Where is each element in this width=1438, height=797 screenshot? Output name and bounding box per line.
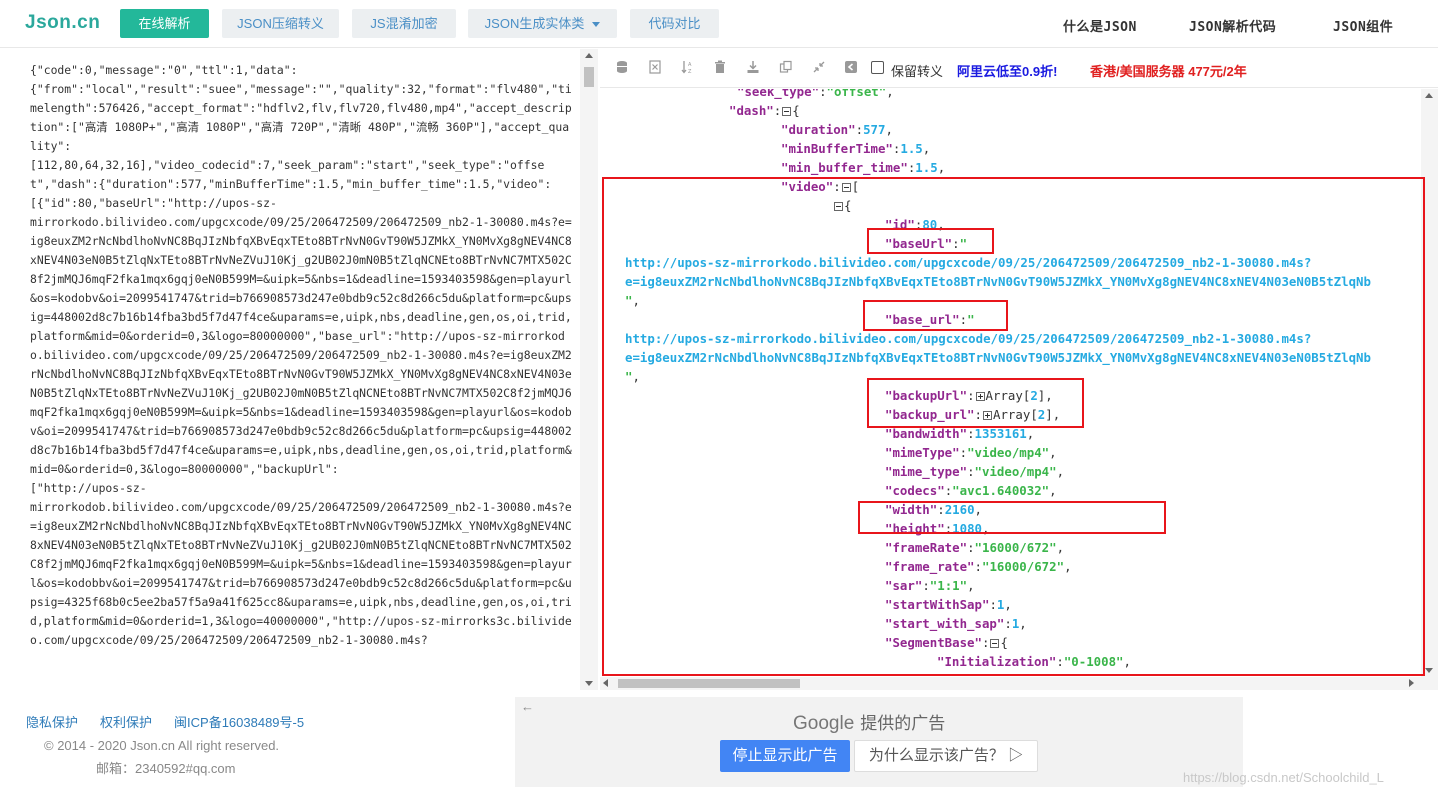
database-icon[interactable]	[614, 60, 630, 76]
server-ad-link[interactable]: 香港/美国服务器 477元/2年	[1090, 61, 1247, 80]
footer-links: 隐私保护 权利保护 闽ICP备16038489号-5	[26, 712, 326, 731]
keep-escape-label: 保留转义	[891, 64, 944, 79]
keep-escape-checkbox[interactable]	[871, 61, 884, 74]
google-ad-area: ← Google 提供的广告 停止显示此广告 为什么显示该广告？ ▷	[515, 697, 1243, 787]
horizontal-scrollbar[interactable]	[600, 677, 1438, 690]
annotation-box-base-url	[863, 300, 1008, 331]
stop-ad-button[interactable]: 停止显示此广告	[720, 740, 850, 772]
download-icon[interactable]	[745, 60, 761, 76]
formatter-toolbar: AZ 保留转义 阿里云低至0.9折! 香港/美国服务器 477元/2年	[600, 49, 1438, 88]
nav-json-entity-label: JSON生成实体类	[484, 16, 585, 31]
scroll-up-icon[interactable]	[585, 53, 593, 58]
annotation-box-dimensions	[858, 501, 1166, 534]
hscroll-thumb[interactable]	[618, 679, 800, 688]
scroll-up-icon[interactable]	[1425, 93, 1433, 98]
aliyun-ad-link[interactable]: 阿里云低至0.9折!	[957, 61, 1057, 80]
icp-link[interactable]: 闽ICP备16038489号-5	[174, 715, 304, 730]
left-scrollbar[interactable]	[580, 49, 598, 690]
sort-icon[interactable]: AZ	[680, 60, 696, 76]
scroll-left-icon[interactable]	[603, 679, 608, 687]
collapse-icon[interactable]	[782, 107, 792, 116]
ad-provided-text: 提供的广告	[860, 714, 946, 733]
scroll-down-icon[interactable]	[1425, 668, 1433, 673]
back-arrow-icon[interactable]	[843, 60, 859, 76]
scroll-down-icon[interactable]	[585, 681, 593, 686]
why-ad-label: 为什么显示该广告？	[868, 747, 1004, 764]
nav-online-parse[interactable]: 在线解析	[120, 9, 209, 38]
ad-provider-label: Google 提供的广告	[793, 709, 945, 735]
raw-json-input[interactable]: {"code":0,"message":"0","ttl":1,"data": …	[30, 61, 572, 686]
nav-js-obfuscate[interactable]: JS混淆加密	[352, 9, 456, 38]
top-header: Json.cn 在线解析 JSON压缩转义 JS混淆加密 JSON生成实体类 代…	[0, 0, 1438, 48]
trash-icon[interactable]	[712, 60, 728, 76]
copy-icon[interactable]	[778, 60, 794, 76]
annotation-box-baseurl	[867, 228, 994, 254]
annotation-box-backup	[867, 378, 1084, 428]
scroll-right-icon[interactable]	[1409, 679, 1414, 687]
play-outline-icon: ▷	[1008, 747, 1024, 764]
tree-line-seek-type: "seek_type":"offset",	[737, 89, 894, 99]
svg-text:Z: Z	[688, 69, 692, 74]
google-wordmark: Google	[793, 713, 855, 734]
chevron-down-icon	[592, 22, 601, 28]
svg-text:A: A	[688, 62, 692, 68]
tree-line-minbuffertime: "minBufferTime":1.5,	[781, 141, 931, 156]
back-arrow-icon[interactable]: ←	[521, 699, 534, 714]
site-logo[interactable]: Json.cn	[25, 12, 100, 34]
scroll-thumb[interactable]	[584, 67, 594, 87]
nav-json-compress[interactable]: JSON压缩转义	[222, 9, 339, 38]
compress-icon[interactable]	[811, 60, 827, 76]
email-text: 邮箱：2340592#qq.com	[96, 761, 236, 776]
nav-code-compare[interactable]: 代码对比	[630, 9, 719, 38]
watermark-text: https://blog.csdn.net/Schoolchild_L	[1183, 770, 1384, 785]
excel-icon[interactable]	[647, 60, 663, 76]
copyright-text: © 2014 - 2020 Json.cn All right reserved…	[44, 738, 280, 753]
privacy-link[interactable]: 隐私保护	[26, 715, 78, 730]
raw-json-panel: {"code":0,"message":"0","ttl":1,"data": …	[0, 49, 598, 690]
tree-line-dash: "dash":{	[729, 103, 800, 118]
nav-json-entity-dropdown[interactable]: JSON生成实体类	[468, 9, 617, 38]
why-ad-button[interactable]: 为什么显示该广告？ ▷	[854, 740, 1038, 772]
nav-json-parse-code[interactable]: JSON解析代码	[1189, 16, 1276, 35]
tree-line-min-buffer-time: "min_buffer_time":1.5,	[781, 160, 946, 175]
rights-link[interactable]: 权利保护	[100, 715, 152, 730]
nav-json-components[interactable]: JSON组件	[1333, 16, 1393, 35]
tree-line-duration: "duration":577,	[781, 122, 893, 137]
nav-what-is-json[interactable]: 什么是JSON	[1063, 16, 1137, 35]
